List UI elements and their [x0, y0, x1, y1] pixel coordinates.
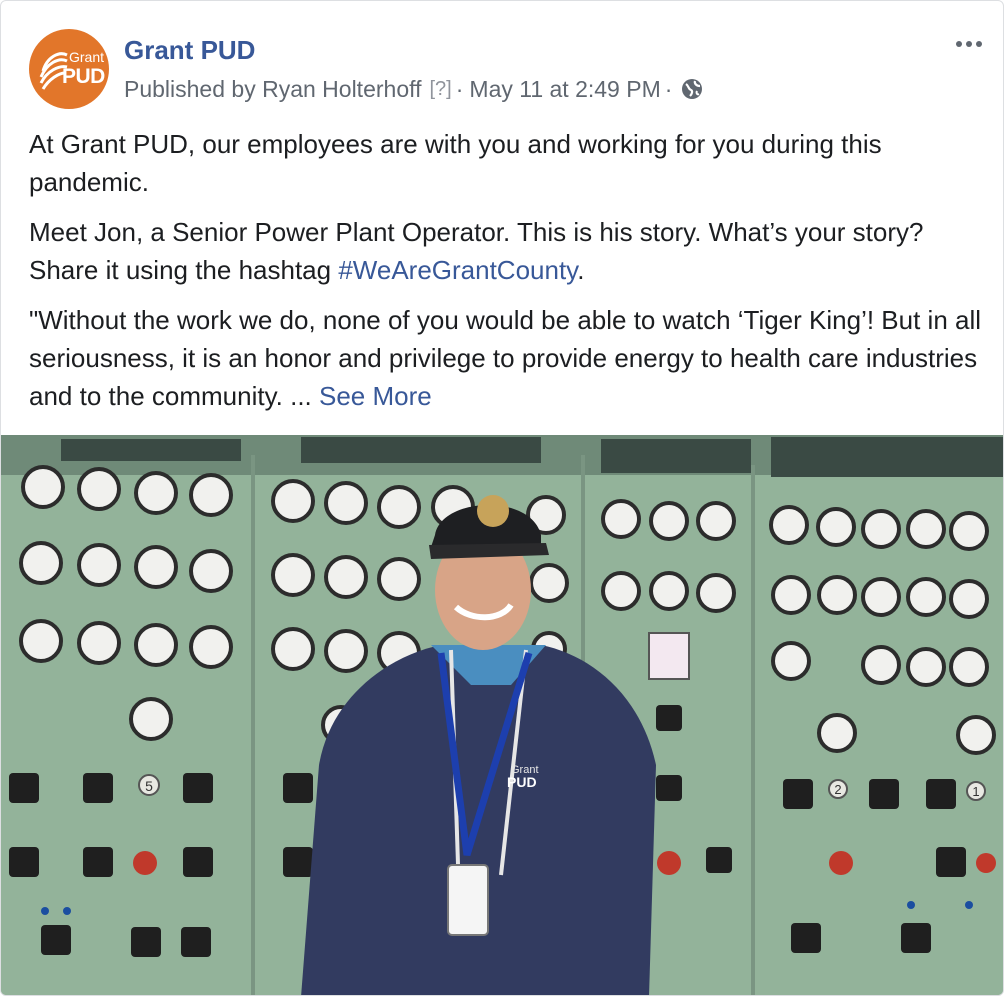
post-message: At Grant PUD, our employees are with you…	[29, 125, 989, 427]
post-photo[interactable]: 5 2 1 Grant PUD	[1, 435, 1003, 995]
logo-text-bottom: PUD	[62, 65, 105, 88]
help-marker[interactable]: [?]	[429, 78, 451, 101]
paragraph-3-text: "Without the work we do, none of you wou…	[29, 305, 982, 411]
post-paragraph-1: At Grant PUD, our employees are with you…	[29, 129, 882, 197]
meta-separator: ·	[455, 75, 464, 102]
hoodie-logo-bottom: PUD	[507, 774, 537, 790]
meta-separator-2: ·	[664, 75, 673, 102]
hashtag-link[interactable]: #WeAreGrantCounty	[338, 255, 577, 285]
paragraph-2-end: .	[577, 255, 585, 285]
globe-icon[interactable]	[680, 77, 704, 101]
post-timestamp[interactable]: May 11 at 2:49 PM	[469, 76, 660, 103]
post-header: Grant PUD Grant PUD Published by Ryan Ho…	[1, 1, 1003, 121]
panel-number-2: 2	[834, 782, 841, 797]
page-avatar[interactable]: Grant PUD	[29, 29, 109, 109]
control-room-photo: 5 2 1 Grant PUD	[1, 435, 1003, 995]
post-paragraph-3: "Without the work we do, none of you wou…	[29, 301, 989, 415]
panel-number-1: 1	[972, 784, 979, 799]
panel-number-5: 5	[145, 778, 153, 794]
page-name-link[interactable]: Grant PUD	[124, 35, 255, 66]
see-more-link[interactable]: See More	[319, 381, 432, 411]
more-options-icon[interactable]	[949, 29, 989, 59]
post-paragraph-2: Meet Jon, a Senior Power Plant Operator.…	[29, 213, 989, 289]
facebook-post-card: Grant PUD Grant PUD Published by Ryan Ho…	[0, 0, 1004, 996]
post-meta: Published by Ryan Holterhoff [?] · May 1…	[124, 73, 704, 105]
published-by-text[interactable]: Published by Ryan Holterhoff	[124, 76, 421, 103]
logo-text-top: Grant	[69, 49, 105, 65]
